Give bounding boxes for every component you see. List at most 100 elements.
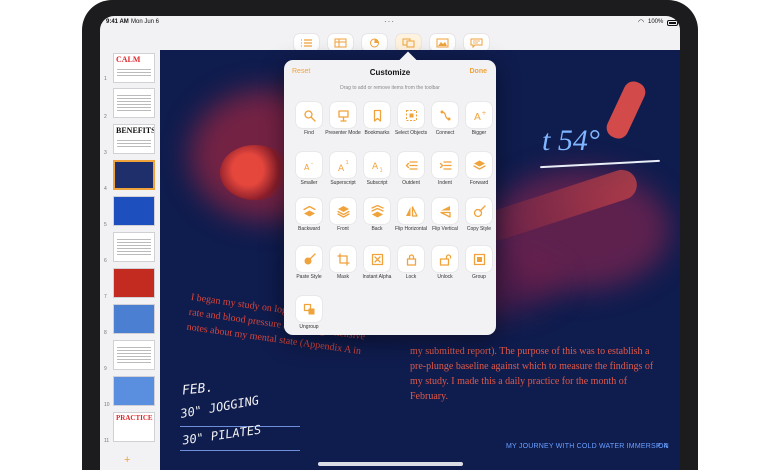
slide-thumbnail[interactable] <box>113 376 155 406</box>
svg-text:A: A <box>338 164 345 172</box>
customize-item-tile[interactable] <box>330 198 356 224</box>
backward-icon <box>302 205 316 216</box>
image-icon <box>436 38 449 47</box>
add-slide-button[interactable]: + <box>124 454 130 466</box>
shape-button[interactable] <box>396 34 421 51</box>
slide-thumbnail-title: PRACTICE <box>116 414 153 422</box>
list-icon <box>301 38 312 47</box>
customize-item-tile[interactable] <box>432 246 458 272</box>
text-smaller-icon: A- <box>304 160 313 172</box>
slide-thumbnail-selected[interactable] <box>113 160 155 190</box>
text-bigger-icon: A + <box>474 110 486 122</box>
customize-item-tile[interactable] <box>330 102 356 128</box>
customize-item-bigger[interactable]: A + Bigger <box>462 102 496 144</box>
customize-item-tile[interactable] <box>364 198 390 224</box>
bookmark-icon <box>373 109 381 122</box>
handwritten-note: FEB. <box>181 380 215 399</box>
slide-number: 2 <box>104 114 107 120</box>
slide-navigator: 1 CALM 2 3 BENEFITS 4 5 6 7 8 9 10 11 PR… <box>100 50 158 470</box>
slide-thumbnail[interactable] <box>113 88 155 118</box>
multitasking-dots-icon[interactable]: ··· <box>384 17 395 26</box>
slide-number: 10 <box>104 402 110 408</box>
comment-icon <box>470 38 483 48</box>
home-indicator[interactable] <box>318 462 463 466</box>
customize-item-tile[interactable] <box>296 246 322 272</box>
customize-item-tile[interactable] <box>296 296 322 322</box>
customize-item-tile[interactable] <box>466 152 492 178</box>
table-button[interactable] <box>328 34 353 51</box>
ipad-screen: 9:41 AM Mon Jun 6 ··· ◠ 100% 1 CALM 2 3 … <box>100 16 680 470</box>
reset-button[interactable]: Reset <box>292 68 310 75</box>
slide-thumbnail[interactable] <box>113 340 155 370</box>
slide-number: 3 <box>104 150 107 156</box>
customize-item-forward[interactable]: Forward <box>462 152 496 194</box>
customize-item-unlock[interactable]: Unlock <box>428 246 462 288</box>
back-icon <box>370 204 384 217</box>
customize-item-superscript[interactable]: A 1 Superscript <box>326 152 360 194</box>
customize-item-tile[interactable]: A1 <box>364 152 390 178</box>
slide-thumbnail[interactable] <box>113 304 155 334</box>
customize-item-tile[interactable] <box>466 246 492 272</box>
customize-item-tile[interactable]: A + <box>466 102 492 128</box>
customize-item-tile[interactable]: A1 <box>330 152 356 178</box>
customize-item-tile[interactable] <box>398 152 424 178</box>
slide-number: 11 <box>104 438 110 444</box>
customize-item-connect[interactable]: Connect <box>428 102 462 144</box>
customize-item-tile[interactable] <box>398 246 424 272</box>
svg-text:-: - <box>311 160 313 167</box>
customize-item-tile[interactable] <box>432 102 458 128</box>
customize-item-presenter-mode[interactable]: Presenter Mode <box>325 102 361 144</box>
customize-item-instant-alpha[interactable]: Instant Alpha <box>360 246 394 288</box>
slide-thumbnail[interactable] <box>113 268 155 298</box>
customize-item-tile[interactable] <box>364 102 390 128</box>
customize-item-group[interactable]: Group <box>462 246 496 288</box>
customize-item-tile[interactable] <box>364 246 390 272</box>
slide-thumbnail[interactable] <box>113 232 155 262</box>
battery-icon <box>667 20 678 26</box>
done-button[interactable]: Done <box>470 68 488 75</box>
customize-item-tile[interactable] <box>466 198 492 224</box>
customize-item-mask[interactable]: Mask <box>326 246 360 288</box>
connect-icon <box>440 110 450 120</box>
customize-item-ungroup[interactable]: Ungroup <box>292 296 326 338</box>
slide-page-number: P. 4 <box>656 443 668 450</box>
customize-item-paste-style[interactable]: Paste Style <box>292 246 326 288</box>
customize-item-outdent[interactable]: Outdent <box>394 152 428 194</box>
customize-item-bookmarks[interactable]: Bookmarks <box>360 102 394 144</box>
customize-item-tile[interactable] <box>296 102 322 128</box>
slide-thumbnail[interactable]: BENEFITS <box>113 124 155 154</box>
slide-number: 7 <box>104 294 107 300</box>
slide-thumbnail[interactable] <box>113 196 155 226</box>
customize-item-tile[interactable] <box>398 102 424 128</box>
customize-item-tile[interactable] <box>296 198 322 224</box>
table-icon <box>334 38 347 47</box>
svg-text:A: A <box>372 162 379 172</box>
customize-item-tile[interactable]: A- <box>296 152 322 178</box>
customize-item-tile[interactable] <box>398 198 424 224</box>
customize-item-flip-horizontal[interactable]: Flip Horizontal <box>394 198 428 240</box>
customize-item-subscript[interactable]: A 1 Subscript <box>360 152 394 194</box>
customize-item-copy-style[interactable]: Copy Style <box>462 198 496 240</box>
svg-text:A: A <box>304 163 310 172</box>
customize-item-backward[interactable]: Backward <box>292 198 326 240</box>
customize-item-label: Copy Style <box>466 226 492 232</box>
customize-item-select-objects[interactable]: Select Objects <box>394 102 428 144</box>
customize-item-tile[interactable] <box>330 246 356 272</box>
slide-thumbnail[interactable]: CALM <box>113 53 155 83</box>
customize-item-flip-vertical[interactable]: Flip Vertical <box>428 198 462 240</box>
customize-item-indent[interactable]: Indent <box>428 152 462 194</box>
customize-item-smaller[interactable]: A - Smaller <box>292 152 326 194</box>
customize-item-front[interactable]: Front <box>326 198 360 240</box>
slide-title: t 54° <box>542 124 600 157</box>
customize-item-find[interactable]: Find <box>292 102 326 144</box>
chart-button[interactable] <box>362 34 387 51</box>
customize-item-back[interactable]: Back <box>360 198 394 240</box>
slide-thumbnail[interactable]: PRACTICE <box>113 412 155 442</box>
list-view-button[interactable] <box>294 34 319 51</box>
media-button[interactable] <box>430 34 455 51</box>
customize-item-lock[interactable]: Lock <box>394 246 428 288</box>
customize-item-tile[interactable] <box>432 198 458 224</box>
comment-button[interactable] <box>464 34 489 51</box>
customize-item-tile[interactable] <box>432 152 458 178</box>
unlock-icon <box>439 253 451 266</box>
